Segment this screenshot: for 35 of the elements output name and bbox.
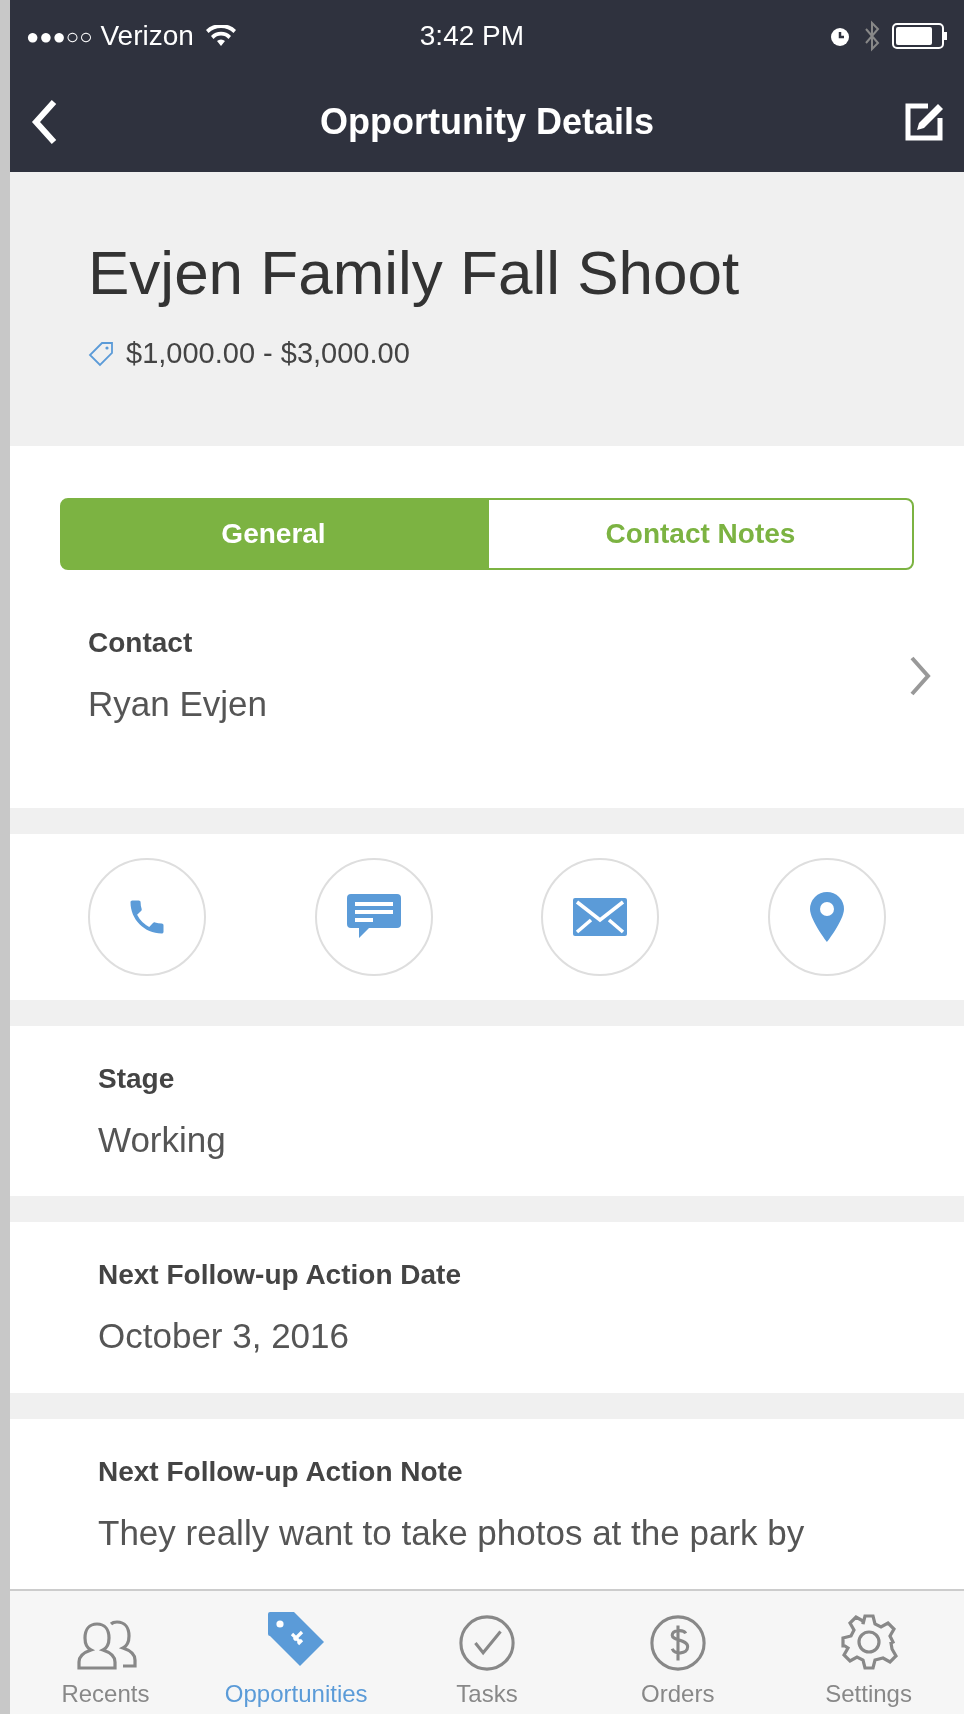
envelope-icon (573, 897, 628, 936)
battery-icon (892, 23, 948, 49)
field-value: Ryan Evjen (88, 682, 268, 725)
contact-row[interactable]: Contact Ryan Evjen (10, 569, 964, 808)
value-range: $1,000.00 - $3,000.00 (126, 336, 410, 371)
field-value: Working (98, 1118, 227, 1161)
tab-bar-item[interactable]: Recents (10, 1616, 201, 1712)
field-label: Stage (98, 1061, 176, 1096)
action-button[interactable] (88, 857, 206, 976)
action-button[interactable] (314, 857, 433, 976)
dollar-circle-icon (648, 1614, 707, 1672)
checkmark-circle-icon (458, 1614, 516, 1672)
carrier-name: Verizon (100, 19, 194, 53)
segment-tab[interactable]: General (60, 497, 487, 570)
field-label: Next Follow-up Action Date (98, 1258, 462, 1292)
field-value: October 3, 2016 (98, 1315, 350, 1357)
signal-dots: ●●●○○ (26, 22, 93, 51)
tag-icon (88, 340, 114, 367)
status-time: 3:42 PM (418, 19, 526, 53)
tab-bar-item[interactable]: Settings (773, 1612, 964, 1712)
screen-title: Opportunity Details (320, 100, 654, 144)
field-label: Next Follow-up Action Note (98, 1454, 464, 1489)
tab-bar-item[interactable]: Tasks (391, 1614, 583, 1712)
wifi-icon (205, 25, 236, 47)
tab-bar-item[interactable]: Orders (582, 1614, 774, 1712)
tab-bar-item[interactable]: Opportunities (200, 1608, 392, 1712)
edit-icon (904, 102, 944, 142)
action-button[interactable] (541, 857, 660, 976)
bluetooth-icon (864, 20, 880, 52)
settings-icon (838, 1612, 899, 1672)
field-value: They really want to take photos at the park by (98, 1511, 806, 1554)
action-button[interactable] (767, 857, 886, 976)
map-pin-icon (809, 891, 844, 942)
segment-tab[interactable]: Contact Notes (487, 497, 914, 570)
field-label: Contact (88, 625, 194, 660)
